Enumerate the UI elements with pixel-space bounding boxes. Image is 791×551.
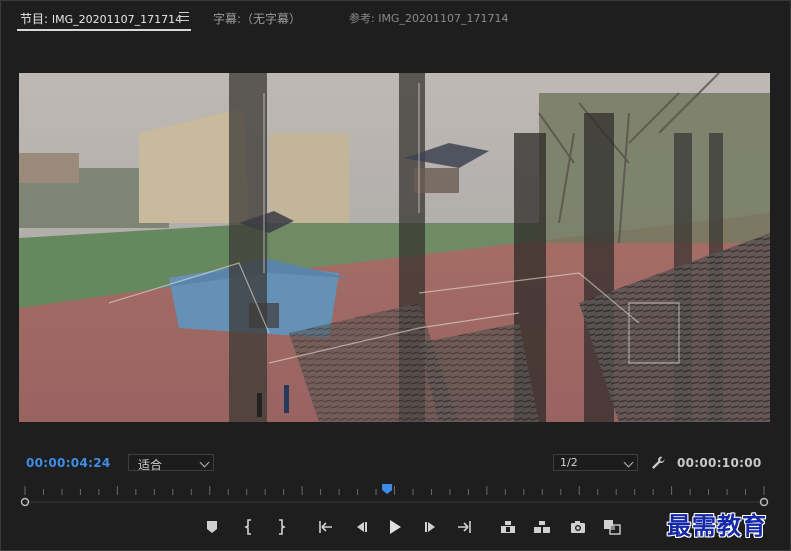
- video-frame-image: [19, 73, 770, 422]
- tab-program-label: 节目:: [20, 12, 49, 26]
- mark-in-icon: [244, 519, 251, 535]
- mark-out-button[interactable]: [272, 518, 290, 536]
- time-ruler[interactable]: [19, 484, 770, 508]
- export-frame-button[interactable]: [569, 518, 587, 536]
- zoom-level-select[interactable]: 适合: [128, 454, 214, 472]
- go-to-in-icon: [319, 521, 332, 533]
- step-back-icon: [357, 522, 367, 532]
- settings-wrench-icon[interactable]: [650, 455, 666, 471]
- compare-view-icon: [604, 520, 621, 535]
- lift-button[interactable]: [499, 518, 517, 536]
- play-button[interactable]: [386, 518, 404, 536]
- step-back-button[interactable]: [352, 518, 370, 536]
- go-to-in-button[interactable]: [317, 518, 335, 536]
- playhead[interactable]: [382, 484, 393, 494]
- ruler-ticks: [24, 486, 765, 495]
- panel-menu-icon[interactable]: [179, 12, 189, 21]
- playback-resolution-select[interactable]: 1/2: [553, 454, 638, 471]
- watermark-logo: 最需教育: [667, 511, 767, 540]
- zoom-level-value: 适合: [138, 458, 163, 472]
- chevron-down-icon: [623, 457, 634, 468]
- mark-out-icon: [279, 519, 286, 535]
- extract-button[interactable]: [533, 518, 551, 536]
- step-forward-icon: [425, 522, 435, 532]
- add-marker-icon: [207, 521, 217, 533]
- duration-timecode: 00:00:10:00: [677, 456, 762, 470]
- video-preview[interactable]: [19, 73, 770, 422]
- current-timecode[interactable]: 00:00:04:24: [26, 456, 111, 470]
- compare-view-button[interactable]: [603, 518, 621, 536]
- extract-icon: [534, 521, 550, 533]
- go-to-out-icon: [458, 521, 471, 533]
- tab-reference[interactable]: 参考: IMG_20201107_171714: [349, 10, 508, 28]
- mark-in-button[interactable]: [240, 518, 258, 536]
- tab-captions[interactable]: 字幕:（无字幕）: [213, 10, 301, 28]
- tab-program[interactable]: 节目: IMG_20201107_171714: [20, 10, 182, 28]
- step-forward-button[interactable]: [422, 518, 440, 536]
- panel-tab-bar: 节目: IMG_20201107_171714 字幕:（无字幕） 参考: IMG…: [0, 0, 791, 34]
- active-tab-underline: [17, 29, 191, 31]
- chevron-down-icon: [199, 457, 210, 468]
- export-frame-icon: [571, 521, 585, 533]
- add-marker-button[interactable]: [203, 518, 221, 536]
- tab-program-title: IMG_20201107_171714: [51, 13, 183, 26]
- playback-resolution-value: 1/2: [560, 456, 578, 469]
- go-to-out-button[interactable]: [455, 518, 473, 536]
- play-icon: [390, 520, 401, 534]
- lift-icon: [501, 521, 515, 533]
